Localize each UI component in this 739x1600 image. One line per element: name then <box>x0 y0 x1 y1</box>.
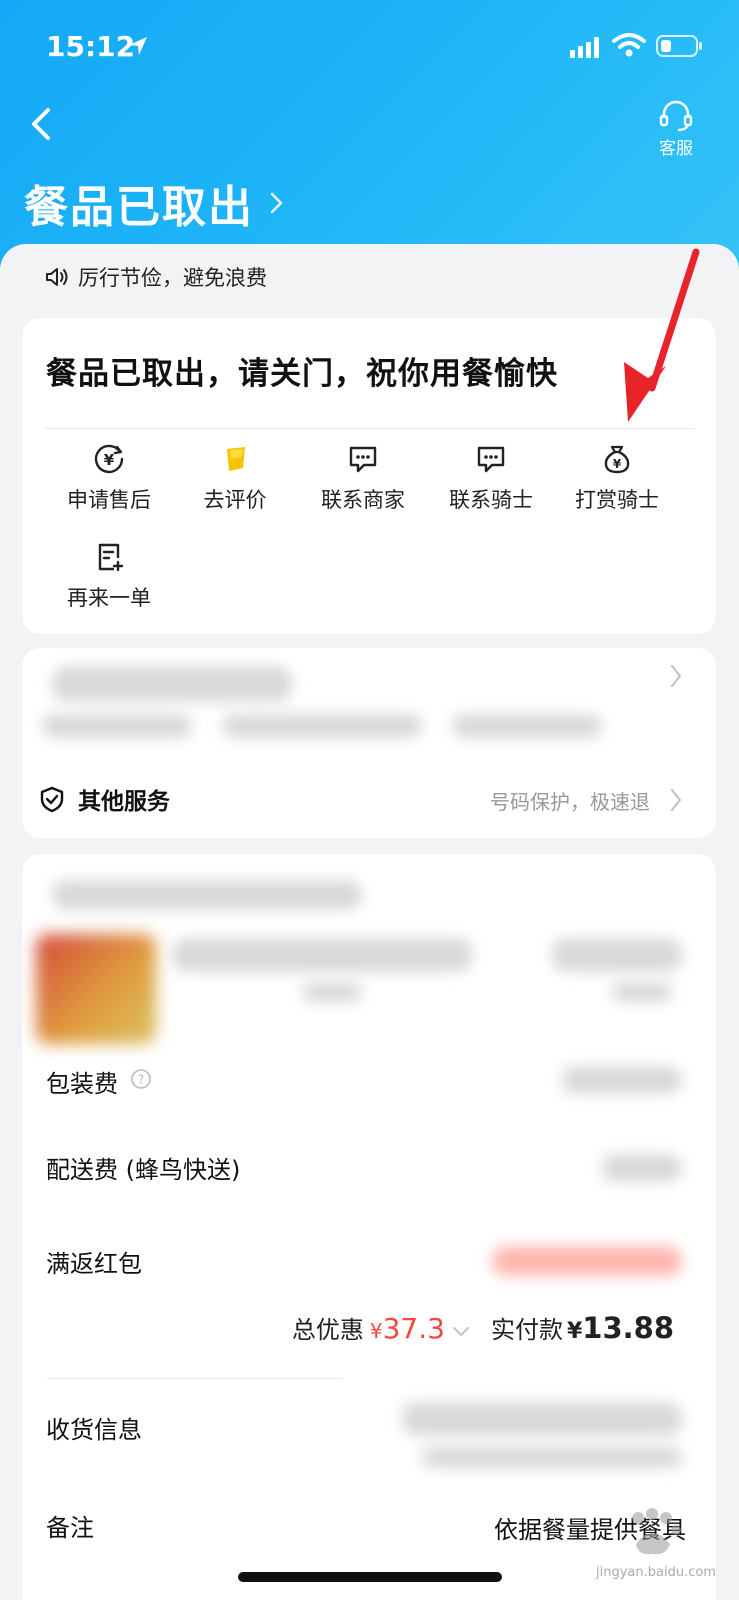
location-arrow-icon <box>129 37 147 55</box>
blurred-text <box>52 666 292 702</box>
blurred-address <box>422 1446 682 1468</box>
delivery-info-label: 收货信息 <box>46 1416 142 1444</box>
action-reorder[interactable]: 再来一单 <box>44 540 174 612</box>
delivery-fee-label: 配送费 (蜂鸟快送) <box>46 1156 241 1184</box>
customer-service-label: 客服 <box>659 139 693 159</box>
shield-check-icon <box>40 786 64 813</box>
blurred-value <box>602 1154 682 1182</box>
blurred-product-name <box>172 938 472 972</box>
action-label: 申请售后 <box>67 488 151 512</box>
blurred-store-info <box>22 648 716 760</box>
action-label: 再来一单 <box>67 586 151 610</box>
paid-value: 13.88 <box>582 1311 674 1345</box>
blurred-shop-name <box>52 880 362 910</box>
money-bag-icon: ¥ <box>604 445 630 474</box>
chat-icon <box>349 446 377 473</box>
blurred-address <box>402 1402 682 1436</box>
action-contact-rider[interactable]: 联系骑士 <box>426 442 556 514</box>
remark-label: 备注 <box>46 1514 94 1542</box>
blurred-product-qty <box>302 982 362 1002</box>
action-label: 打赏骑士 <box>575 488 659 512</box>
status-message: 餐品已取出，请关门，祝你用餐愉快 <box>46 356 558 392</box>
order-detail-card: 包装费 ? 配送费 (蜂鸟快送) 满返红包 总优惠 ¥ 37.3 实付款 ¥ 1… <box>22 854 716 1600</box>
action-label: 联系骑士 <box>449 488 533 512</box>
order-status-title: 餐品已取出 <box>24 182 254 233</box>
red-packet-label: 满返红包 <box>46 1250 142 1278</box>
watermark-text: jingyan.baidu.com <box>596 1565 716 1580</box>
other-services-hint: 号码保护，极速退 <box>490 790 650 814</box>
blurred-text <box>452 714 602 738</box>
blurred-value <box>492 1246 682 1276</box>
battery-icon <box>656 35 702 57</box>
chevron-right-icon[interactable] <box>668 662 684 690</box>
divider <box>46 1378 342 1379</box>
divider <box>44 428 694 429</box>
help-icon[interactable]: ? <box>130 1068 152 1090</box>
discount-currency: ¥ <box>369 1319 383 1343</box>
blurred-product-price <box>552 938 682 972</box>
other-services-row[interactable]: 其他服务 <box>38 782 170 816</box>
reorder-icon <box>98 543 124 572</box>
blurred-text <box>42 714 192 738</box>
other-services-label: 其他服务 <box>78 789 170 815</box>
chat-icon <box>477 446 505 473</box>
svg-text:?: ? <box>138 1073 144 1087</box>
tip-banner: 厉行节俭，避免浪费 <box>44 262 267 292</box>
wifi-icon <box>612 33 646 57</box>
status-bar: 15:12 <box>0 0 739 90</box>
chevron-right-icon <box>270 192 283 214</box>
action-review[interactable]: 去评价 <box>170 442 300 514</box>
action-tip-rider[interactable]: ¥ 打赏骑士 <box>552 442 682 514</box>
review-badge-icon <box>227 447 245 471</box>
annotation-arrow <box>624 248 700 422</box>
blurred-text <box>222 714 422 738</box>
status-time: 15:12 <box>46 30 136 63</box>
watermark: jingyan.baidu.com <box>596 1504 716 1580</box>
customer-service-button[interactable]: 客服 <box>650 98 702 159</box>
discount-value: 37.3 <box>382 1312 445 1345</box>
action-label: 去评价 <box>203 488 267 512</box>
store-service-card[interactable]: 其他服务 号码保护，极速退 <box>22 648 716 838</box>
discount-label: 总优惠 <box>291 1316 364 1344</box>
back-arrow-icon[interactable] <box>24 104 60 144</box>
headset-icon <box>659 100 693 132</box>
product-thumbnail <box>36 934 156 1044</box>
signal-icon <box>570 37 599 58</box>
tip-text: 厉行节俭，避免浪费 <box>78 266 267 290</box>
blurred-value <box>562 1066 682 1094</box>
svg-text:¥: ¥ <box>104 451 115 469</box>
paid-currency: ¥ <box>566 1319 583 1344</box>
blurred-product-qty <box>612 982 672 1002</box>
action-after-sale[interactable]: ¥ 申请售后 <box>44 442 174 514</box>
chevron-down-icon[interactable] <box>451 1324 471 1338</box>
svg-text:¥: ¥ <box>613 457 622 471</box>
refund-yen-icon: ¥ <box>94 444 124 474</box>
action-label: 联系商家 <box>321 488 405 512</box>
order-status-link[interactable]: 餐品已取出 <box>24 176 288 233</box>
paid-label: 实付款 <box>490 1316 563 1344</box>
home-indicator <box>238 1572 502 1582</box>
action-contact-merchant[interactable]: 联系商家 <box>298 442 428 514</box>
paw-logo-icon <box>632 1508 681 1555</box>
packaging-fee-label: 包装费 <box>46 1070 118 1098</box>
chevron-right-icon[interactable] <box>668 786 684 814</box>
speaker-icon <box>46 268 68 286</box>
price-summary: 总优惠 ¥ 37.3 实付款 ¥ 13.88 <box>292 1310 674 1345</box>
